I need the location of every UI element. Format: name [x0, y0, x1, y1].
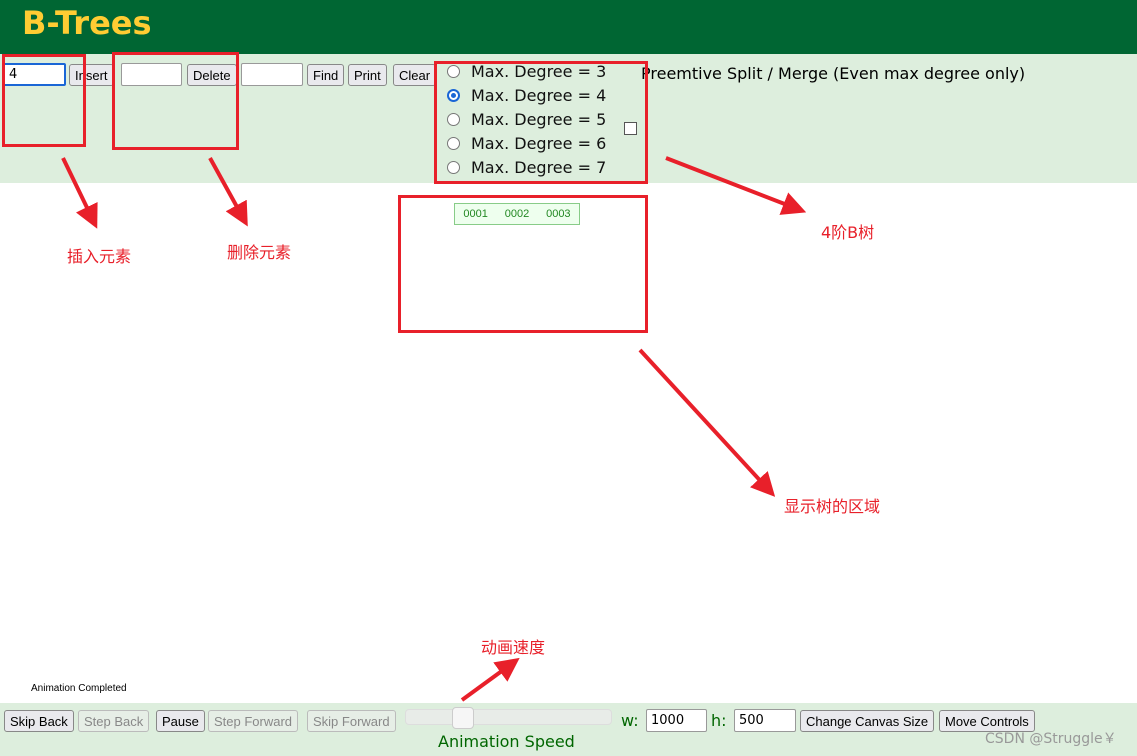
arrow-icon [665, 156, 807, 215]
arrow-icon [460, 657, 520, 702]
annotation-insert: 插入元素 [67, 247, 132, 266]
arrow-icon [61, 157, 98, 229]
arrow-icon [638, 348, 776, 497]
annotation-arrows [61, 156, 807, 702]
annotation-delete: 删除元素 [227, 243, 292, 262]
arrow-icon [208, 157, 248, 227]
annotation-tree-area: 显示树的区域 [784, 497, 881, 516]
annotation-degree: 4阶B树 [821, 223, 875, 242]
annotation-speed: 动画速度 [481, 638, 546, 657]
